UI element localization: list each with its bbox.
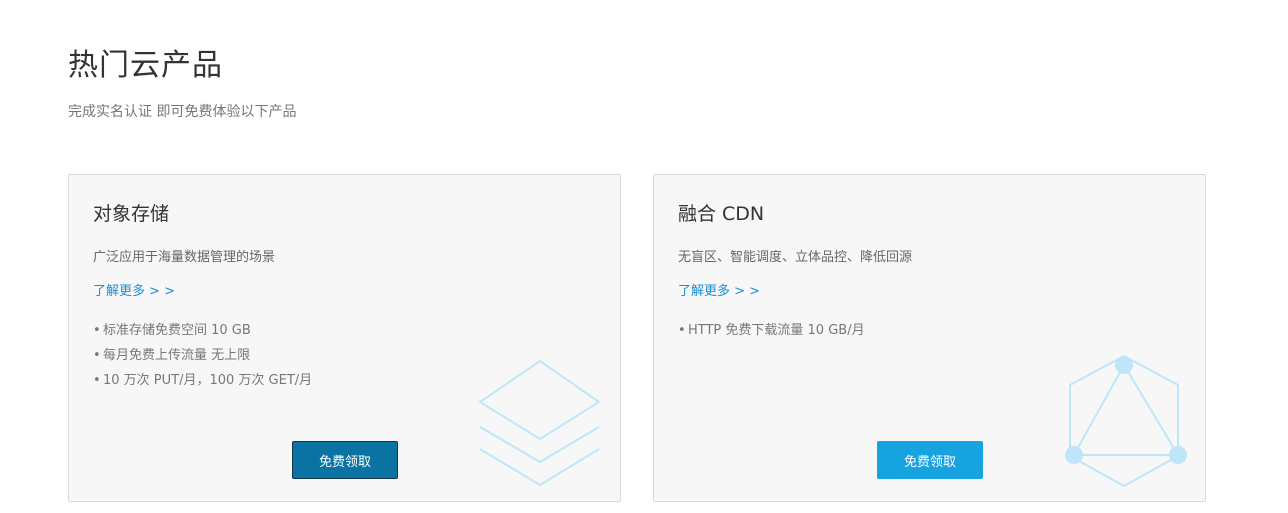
card-title: 融合 CDN xyxy=(678,203,765,225)
claim-free-button[interactable]: 免费领取 xyxy=(877,441,983,479)
card-title: 对象存储 xyxy=(93,203,170,225)
feature-item: • HTTP 免费下载流量 10 GB/月 xyxy=(678,323,865,338)
section-subtitle: 完成实名认证 即可免费体验以下产品 xyxy=(68,104,297,120)
feature-list: • HTTP 免费下载流量 10 GB/月 xyxy=(678,318,865,343)
network-triangle-icon xyxy=(1065,354,1187,488)
product-card-cdn: 融合 CDN 无盲区、智能调度、立体品控、降低回源 了解更多 > > • HTTP… xyxy=(653,174,1206,502)
section-title: 热门云产品 xyxy=(68,48,223,83)
feature-item: • 每月免费上传流量 无上限 xyxy=(93,348,251,363)
card-description: 广泛应用于海量数据管理的场景 xyxy=(93,250,276,265)
learn-more-link[interactable]: 了解更多 > > xyxy=(678,280,760,299)
feature-list: • 标准存储免费空间 10 GB • 每月免费上传流量 无上限 • 10 万次 PUT… xyxy=(93,318,312,393)
learn-more-link[interactable]: 了解更多 > > xyxy=(93,280,175,299)
claim-free-button[interactable]: 免费领取 xyxy=(292,441,398,479)
product-card-object-storage: 对象存储 广泛应用于海量数据管理的场景 了解更多 > > • 标准存储免费空间 1… xyxy=(68,174,621,502)
feature-item: • 10 万次 PUT/月，100 万次 GET/月 xyxy=(93,373,313,388)
card-description: 无盲区、智能调度、立体品控、降低回源 xyxy=(678,250,913,265)
stacked-layers-icon xyxy=(478,359,601,487)
feature-item: • 标准存储免费空间 10 GB xyxy=(93,323,251,338)
page: 热门云产品 完成实名认证 即可免费体验以下产品 对象存储 广泛应用于海量数据管理… xyxy=(0,0,1288,513)
